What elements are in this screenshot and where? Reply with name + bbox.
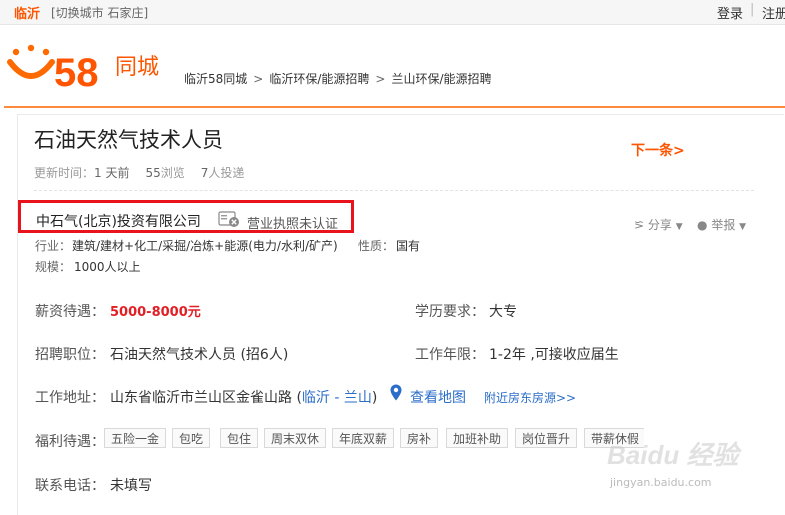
switch-city-link[interactable]: [切换城市 石家庄] <box>51 4 148 21</box>
salary-value: 5000-8000元 <box>110 305 201 320</box>
industry-value[interactable]: 建筑/建材+化工/采掘/冶炼+能源(电力/水利/矿产) <box>72 237 338 254</box>
watermark-url: jingyan.baidu.com <box>610 476 712 489</box>
register-link[interactable]: 注册 <box>762 3 785 22</box>
experience-label: 工作年限： <box>415 347 485 363</box>
address-label: 工作地址： <box>35 390 105 406</box>
size-value: 1000人以上 <box>74 260 141 274</box>
phone-label: 联系电话： <box>35 478 105 494</box>
report-button[interactable]: ● 举报 ▼ <box>697 216 746 233</box>
address-close: ) <box>371 390 378 406</box>
address-text: 山东省临沂市兰山区金雀山路 ( <box>110 390 302 406</box>
site-logo[interactable]: 58 同城 <box>4 38 169 92</box>
company-name[interactable]: 中石气(北京)投资有限公司 <box>36 211 201 231</box>
view-map-link[interactable]: 查看地图 <box>410 387 466 407</box>
update-label: 更新时间： <box>34 166 95 180</box>
report-label: 举报 <box>711 218 736 232</box>
license-status: 营业执照未认证 <box>247 217 339 232</box>
login-link[interactable]: 登录 <box>717 3 743 22</box>
share-label: 分享 <box>647 218 672 232</box>
welfare-tags: 五险一金 包吃 包住 周末双休 年底双薪 房补 加班补助 岗位晋升 带薪休假 <box>104 428 644 450</box>
welfare-tag: 年底双薪 <box>332 428 395 448</box>
education-label: 学历要求： <box>415 304 485 320</box>
welfare-tag: 五险一金 <box>104 428 167 448</box>
report-icon: ● <box>697 218 708 232</box>
salary-label: 薪资待遇： <box>35 304 105 320</box>
job-title: 石油天然气技术人员 <box>34 128 223 152</box>
industry-label: 行业： <box>35 239 72 253</box>
svg-text:58: 58 <box>54 51 99 92</box>
next-job-link[interactable]: 下一条> <box>631 140 685 160</box>
address-value: 山东省临沂市兰山区金雀山路 (临沂 - 兰山) <box>110 387 377 407</box>
breadcrumb: 临沂58同城 > 临沂环保/能源招聘 > 兰山环保/能源招聘 <box>184 72 492 86</box>
job-meta: 更新时间：1 天前 55浏览 7人投递 <box>34 164 244 181</box>
breadcrumb-item[interactable]: 临沂58同城 <box>184 72 247 86</box>
breadcrumb-item[interactable]: 临沂环保/能源招聘 <box>269 72 369 86</box>
current-city: 临沂 <box>14 7 41 22</box>
chevron-down-icon: ▼ <box>675 222 683 232</box>
welfare-label: 福利待遇： <box>35 434 105 450</box>
chevron-down-icon: ▼ <box>739 222 747 232</box>
welfare-tag: 周末双休 <box>264 428 327 448</box>
nature-label: 性质： <box>358 239 395 253</box>
applies-label: 人投递 <box>208 166 245 180</box>
views-value: 55 <box>145 166 161 180</box>
meta-divider <box>34 190 754 191</box>
nearby-housing-link[interactable]: 附近房东房源>> <box>484 389 576 406</box>
smiley-logo-icon <box>7 44 55 79</box>
header-divider <box>4 106 785 108</box>
svg-text:Baidu 经验: Baidu 经验 <box>607 440 742 470</box>
nature-value: 国有 <box>396 239 421 253</box>
share-icon: ⪞ <box>634 218 645 232</box>
welfare-tag: 包吃 <box>172 428 211 448</box>
district-link[interactable]: 临沂 - 兰山 <box>302 390 372 406</box>
topbar-separator: | <box>750 2 755 17</box>
welfare-tag: 加班补助 <box>446 428 509 448</box>
views-label: 浏览 <box>160 166 185 180</box>
position-value: 石油天然气技术人员 (招6人) <box>110 347 289 363</box>
welfare-tag: 岗位晋升 <box>515 428 578 448</box>
experience-value: 1-2年 ,可接收应届生 <box>489 347 619 363</box>
education-value: 大专 <box>489 304 517 320</box>
license-unverified-icon <box>218 211 239 227</box>
map-pin-icon[interactable] <box>390 384 402 401</box>
breadcrumb-item[interactable]: 兰山环保/能源招聘 <box>391 72 491 86</box>
position-label: 招聘职位： <box>35 347 105 363</box>
share-button[interactable]: ⪞ 分享 ▼ <box>634 216 683 233</box>
update-value: 1 天前 <box>94 166 130 180</box>
svg-text:同城: 同城 <box>115 55 159 80</box>
welfare-tag: 房补 <box>400 428 439 448</box>
size-label: 规模： <box>35 260 72 274</box>
welfare-tag: 包住 <box>220 428 259 448</box>
phone-value: 未填写 <box>110 478 152 494</box>
